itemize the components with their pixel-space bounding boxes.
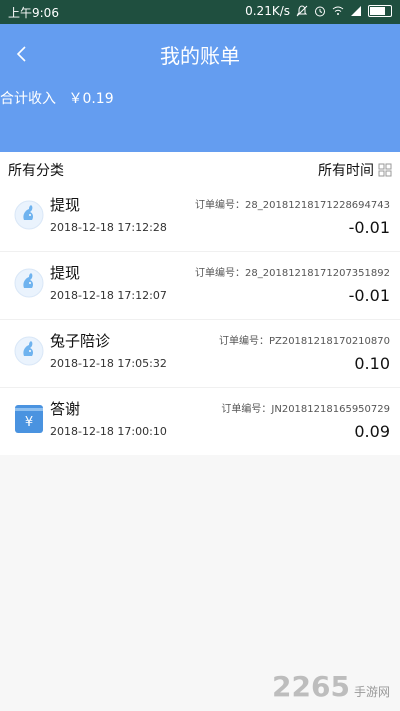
status-time: 上午9:06 <box>8 6 59 20</box>
time-filter[interactable]: 所有时间 <box>318 160 392 180</box>
record-order: 订单编号：JN20181218165950729 <box>221 404 390 415</box>
watermark-sub: 手游网 <box>353 685 390 699</box>
record-name: 兔子陪诊 <box>50 332 111 350</box>
record-date: 2018-12-18 17:00:10 <box>50 425 167 438</box>
battery-icon <box>368 5 392 17</box>
bill-list: 提现 2018-12-18 17:12:28 订单编号：28_201812181… <box>0 184 400 455</box>
signal-icon <box>351 6 361 16</box>
network-speed: 0.21K/s <box>245 4 290 18</box>
watermark-brand: 2265 <box>272 670 350 703</box>
record-name: 答谢 <box>50 400 81 418</box>
rabbit-icon <box>14 336 44 366</box>
record-amount: -0.01 <box>348 218 390 237</box>
record-name: 提现 <box>50 196 81 214</box>
record-date: 2018-12-18 17:12:28 <box>50 221 167 234</box>
watermark-logo: 2265 手游网 <box>272 670 390 703</box>
page-title: 我的账单 <box>160 44 240 68</box>
list-item[interactable]: 提现 2018-12-18 17:12:28 订单编号：28_201812181… <box>0 184 400 251</box>
record-name: 提现 <box>50 264 81 282</box>
record-amount: 0.10 <box>354 354 390 373</box>
filter-bar: 所有分类 所有时间 <box>0 152 400 185</box>
list-item[interactable]: ¥ 答谢 2018-12-18 17:00:10 订单编号：JN20181218… <box>0 387 400 455</box>
record-order: 订单编号：28_20181218171228694743 <box>195 200 390 211</box>
rabbit-icon <box>14 200 44 230</box>
record-order: 订单编号：28_20181218171207351892 <box>195 268 390 279</box>
grid-icon <box>378 163 392 177</box>
status-right: 0.21K/s <box>245 4 392 18</box>
record-order: 订单编号：PZ20181218170210870 <box>218 336 390 347</box>
header: 我的账单 合计收入 ￥0.19 <box>0 24 400 152</box>
wifi-icon <box>332 6 344 15</box>
yen-card-icon: ¥ <box>15 405 43 433</box>
notification-muted-icon <box>296 5 308 17</box>
total-income: 合计收入 ￥0.19 <box>0 88 114 108</box>
record-amount: -0.01 <box>348 286 390 305</box>
total-income-amount: ￥0.19 <box>68 91 114 107</box>
svg-text:¥: ¥ <box>25 415 33 430</box>
record-amount: 0.09 <box>354 422 390 441</box>
category-filter[interactable]: 所有分类 <box>8 160 64 180</box>
record-date: 2018-12-18 17:05:32 <box>50 357 167 370</box>
total-income-label: 合计收入 <box>0 91 56 107</box>
list-item[interactable]: 提现 2018-12-18 17:12:07 订单编号：28_201812181… <box>0 251 400 319</box>
time-filter-label: 所有时间 <box>318 163 374 179</box>
record-date: 2018-12-18 17:12:07 <box>50 289 167 302</box>
list-item[interactable]: 兔子陪诊 2018-12-18 17:05:32 订单编号：PZ20181218… <box>0 319 400 387</box>
status-bar: 上午9:06 0.21K/s <box>0 0 400 24</box>
rabbit-icon <box>14 268 44 298</box>
alarm-icon <box>315 6 325 17</box>
